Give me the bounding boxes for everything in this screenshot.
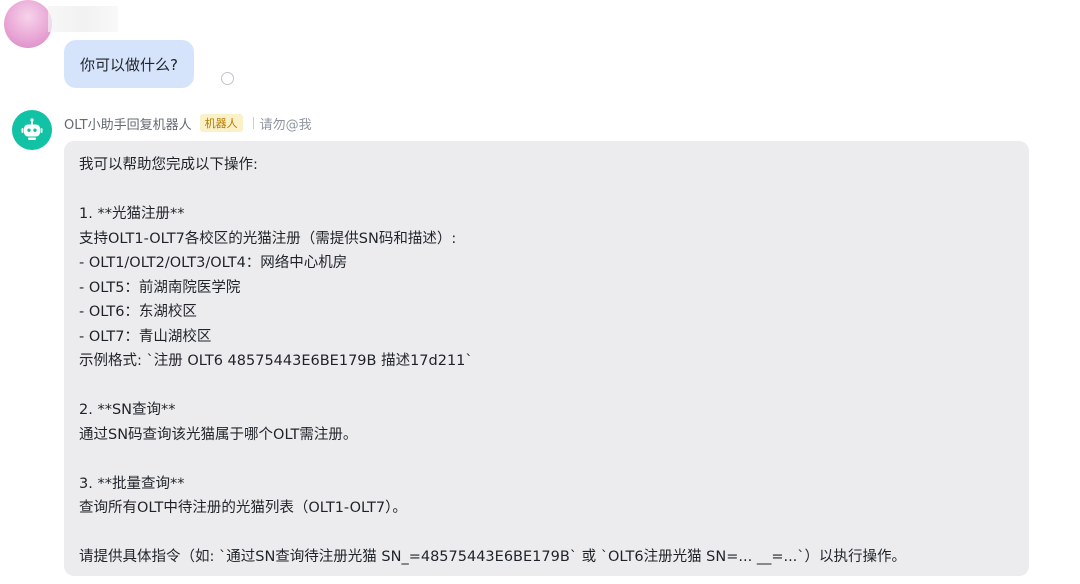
bot-avatar[interactable] xyxy=(12,110,52,150)
bot-name[interactable]: OLT小助手回复机器人 xyxy=(64,114,192,133)
message-line: 通过SN码查询该光猫属于哪个OLT需注册。 xyxy=(79,426,358,443)
message-status-icon xyxy=(221,72,234,85)
message-line: 示例格式: `注册 OLT6 48575443E6BE179B 描述17d211… xyxy=(79,353,473,369)
header-divider xyxy=(252,117,254,129)
message-line: 请提供具体指令（如: `通过SN查询待注册光猫 SN_=48575443E6BE… xyxy=(79,549,907,565)
message-line: - OLT6：东湖校区 xyxy=(79,304,197,320)
bot-mention-note: 请勿@我 xyxy=(259,117,312,133)
chat-window: 你可以做什么? OLT小助手回复机器人 机器人 请勿@我 我可以帮助您完成以下操… xyxy=(0,0,1080,584)
bot-message-bubble: 我可以帮助您完成以下操作: 1. **光猫注册** 支持OLT1-OLT7各校区… xyxy=(64,141,1029,576)
bot-badge: 机器人 xyxy=(199,114,243,132)
user-message-bubble: 你可以做什么? xyxy=(64,40,194,88)
user-name-blurred xyxy=(48,6,118,32)
message-line: 我可以帮助您完成以下操作: xyxy=(79,157,258,173)
bot-header: OLT小助手回复机器人 机器人 请勿@我 xyxy=(64,112,312,134)
user-message-text: 你可以做什么? xyxy=(80,55,178,74)
message-line: 3. **批量查询** xyxy=(79,475,185,492)
message-line: - OLT1/OLT2/OLT3/OLT4：网络中心机房 xyxy=(79,255,348,271)
message-line: 支持OLT1-OLT7各校区的光猫注册（需提供SN码和描述）: xyxy=(79,230,457,247)
message-line: - OLT7：青山湖校区 xyxy=(79,328,212,345)
message-line: 2. **SN查询** xyxy=(79,402,176,418)
message-line: - OLT5：前湖南院医学院 xyxy=(79,279,241,296)
message-line: 查询所有OLT中待注册的光猫列表（OLT1-OLT7）。 xyxy=(79,500,407,516)
robot-icon xyxy=(21,118,43,140)
user-avatar[interactable] xyxy=(4,0,52,48)
message-line: 1. **光猫注册** xyxy=(79,206,185,222)
